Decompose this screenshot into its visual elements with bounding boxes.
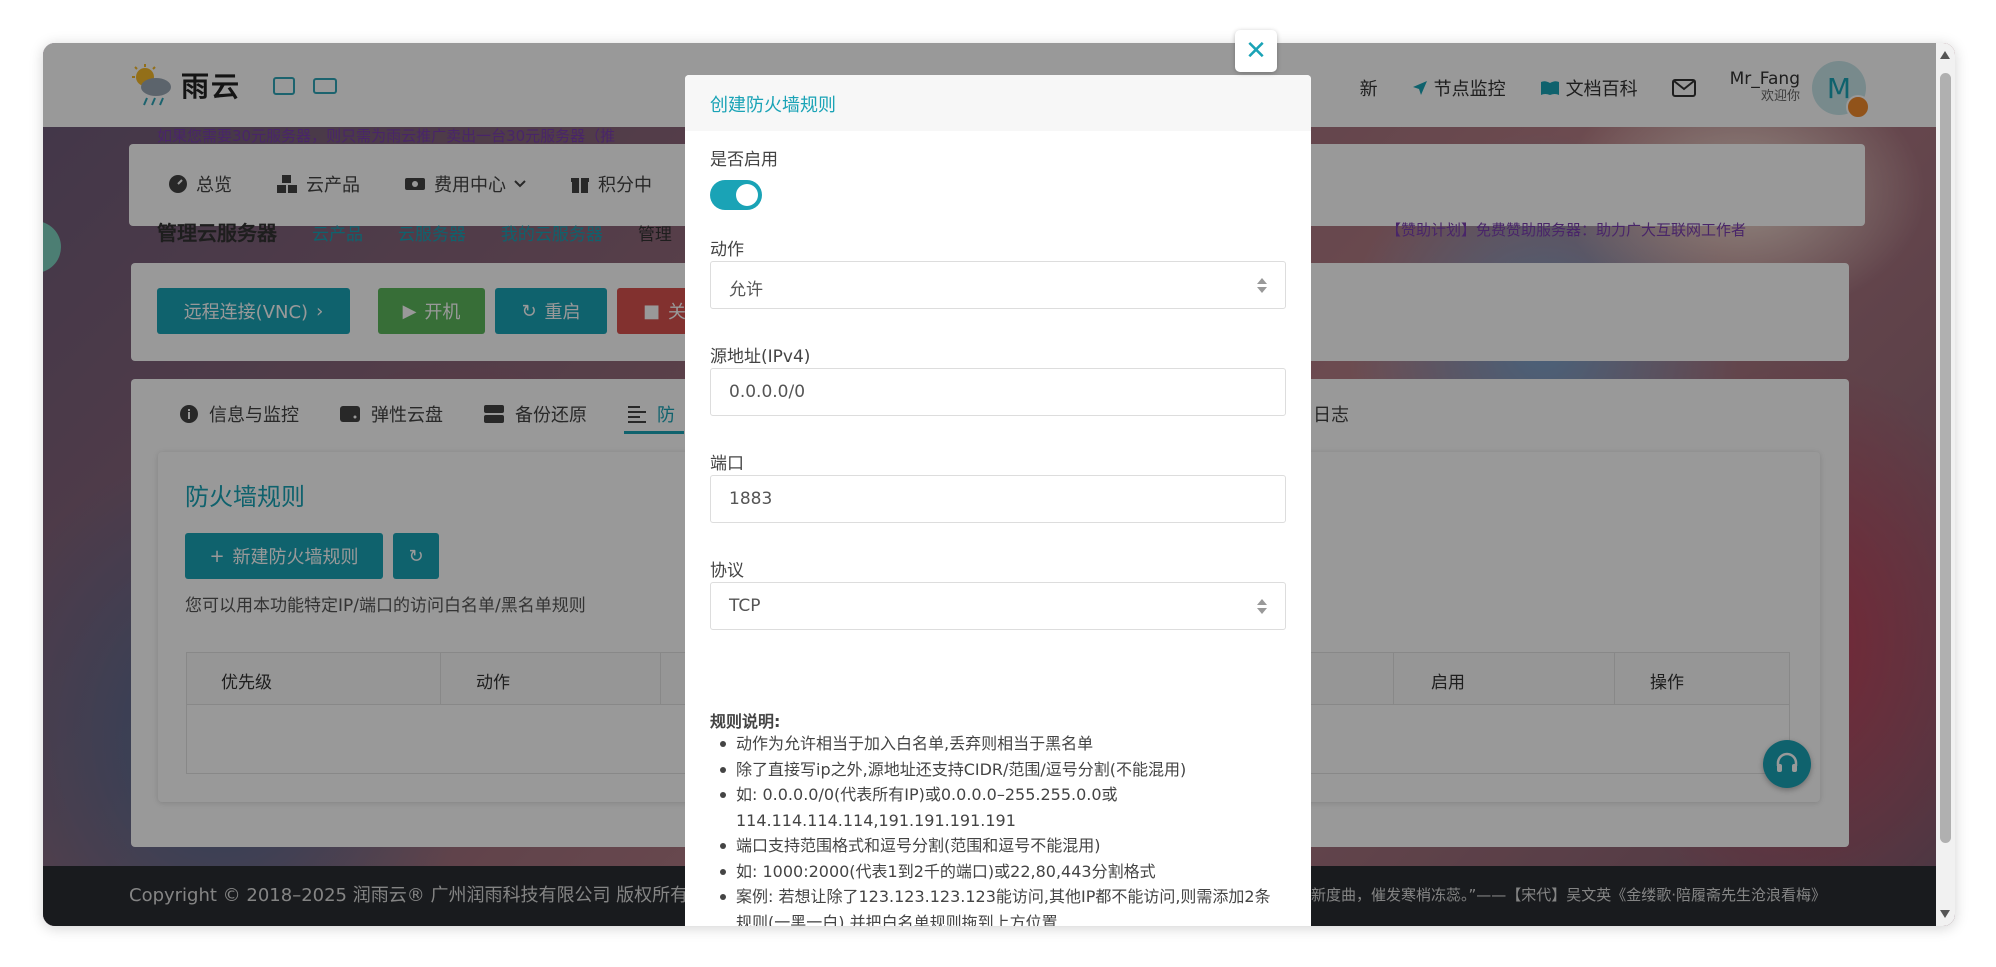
rule-item: 端口支持范围格式和逗号分割(范围和逗号不能混用) (710, 833, 1280, 859)
rule-item: 如: 1000:2000(代表1到2千的端口)或22,80,443分割格式 (710, 859, 1280, 885)
modal-title: 创建防火墙规则 (710, 95, 836, 116)
browser-window: 雨云 新 节点监控 文档百科 Mr_Fang 欢迎你 M 如果您需要30元服务器… (43, 43, 1955, 926)
protocol-select[interactable]: TCP (710, 582, 1286, 630)
rule-item: 如: 0.0.0.0/0(代表所有IP)或0.0.0.0–255.255.0.0… (710, 782, 1280, 833)
action-selected-value: 允许 (729, 280, 763, 300)
toggle-knob (736, 184, 758, 206)
scroll-up-arrow-icon[interactable] (1940, 51, 1950, 59)
rule-item: 案例: 若想让除了123.123.123.123能访问,其他IP都不能访问,则需… (710, 884, 1280, 926)
rule-item: 动作为允许相当于加入白名单,丢弃则相当于黑名单 (710, 731, 1280, 757)
port-label: 端口 (710, 454, 744, 474)
page-scrollbar[interactable] (1936, 43, 1955, 926)
modal-header: 创建防火墙规则 (685, 75, 1311, 131)
action-select[interactable]: 允许 (710, 261, 1286, 309)
create-firewall-rule-modal: 创建防火墙规则 是否启用 动作 允许 源地址(IPv4) 0.0.0.0/0 端… (685, 75, 1311, 926)
modal-close-button[interactable]: ✕ (1235, 30, 1277, 72)
action-label: 动作 (710, 240, 744, 260)
source-address-input[interactable]: 0.0.0.0/0 (710, 368, 1286, 416)
rules-list: 动作为允许相当于加入白名单,丢弃则相当于黑名单 除了直接写ip之外,源地址还支持… (710, 731, 1280, 926)
scroll-down-arrow-icon[interactable] (1940, 910, 1950, 918)
port-input[interactable]: 1883 (710, 475, 1286, 523)
enabled-toggle[interactable] (710, 180, 762, 210)
close-icon: ✕ (1245, 36, 1267, 66)
rules-title: 规则说明: (710, 712, 781, 731)
select-arrows-icon (1257, 278, 1267, 294)
protocol-label: 协议 (710, 561, 744, 581)
scroll-thumb[interactable] (1940, 73, 1951, 843)
enabled-label: 是否启用 (710, 150, 778, 170)
select-arrows-icon (1257, 599, 1267, 615)
source-address-value: 0.0.0.0/0 (729, 382, 806, 402)
source-label: 源地址(IPv4) (710, 347, 811, 367)
rule-item: 除了直接写ip之外,源地址还支持CIDR/范围/逗号分割(不能混用) (710, 757, 1280, 783)
port-value: 1883 (729, 489, 773, 509)
protocol-selected-value: TCP (729, 596, 761, 616)
